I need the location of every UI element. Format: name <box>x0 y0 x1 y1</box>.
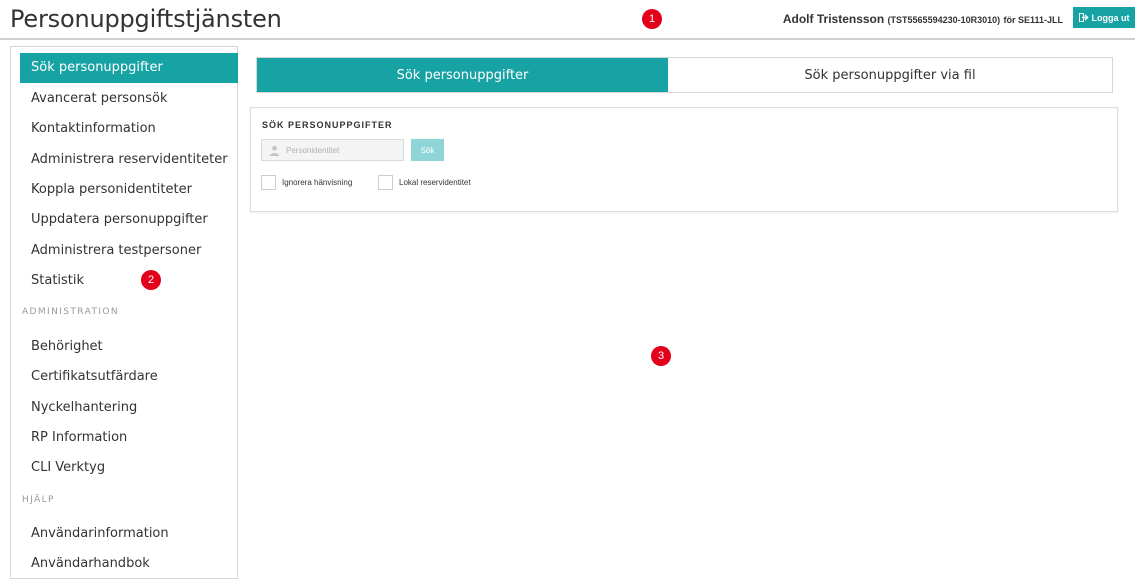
search-button[interactable]: Sök <box>411 139 444 161</box>
sidebar-item-rp-information[interactable]: RP Information <box>20 423 238 453</box>
sidebar-item-nyckelhantering[interactable]: Nyckelhantering <box>20 393 238 423</box>
tab-sok-personuppgifter[interactable]: Sök personuppgifter <box>257 58 668 92</box>
ignore-reference-label: Ignorera hänvisning <box>282 178 353 187</box>
sidebar-item-koppla-personidentiteter[interactable]: Koppla personidentiteter <box>20 175 238 205</box>
sidebar-item-administrera-reservidentiteter[interactable]: Administrera reservidentiteter <box>20 145 238 175</box>
person-icon <box>269 145 280 156</box>
search-panel: SÖK PERSONUPPGIFTER Sök Ignorera hänvisn… <box>250 107 1118 212</box>
local-reserve-identity-checkbox[interactable] <box>378 175 393 190</box>
sidebar-item-kontaktinformation[interactable]: Kontaktinformation <box>20 114 238 144</box>
app-title: Personuppgiftstjänsten <box>10 5 282 33</box>
sidebar-item-uppdatera-personuppgifter[interactable]: Uppdatera personuppgifter <box>20 205 238 235</box>
sidebar-section-hjalp: HJÄLP <box>22 495 55 505</box>
panel-title: SÖK PERSONUPPGIFTER <box>262 120 393 130</box>
user-info: Adolf Tristensson (TST5565594230-10R3010… <box>783 12 1063 26</box>
user-name: Adolf Tristensson <box>782 12 885 26</box>
annotation-marker-1: 1 <box>642 9 662 29</box>
user-id: (TST5565594230-10R3010) <box>887 15 1001 25</box>
person-identity-field[interactable] <box>261 139 404 161</box>
sidebar-item-behorighet[interactable]: Behörighet <box>20 332 238 362</box>
logout-label: Logga ut <box>1091 12 1130 23</box>
sidebar-item-avancerat-personsok[interactable]: Avancerat personsök <box>20 84 238 114</box>
tab-sok-personuppgifter-via-fil[interactable]: Sök personuppgifter via fil <box>668 58 1112 92</box>
sidebar-section-administration: ADMINISTRATION <box>22 307 120 317</box>
annotation-marker-3: 3 <box>651 346 671 366</box>
user-organisation: för SE111-JLL <box>1003 15 1063 25</box>
sidebar-item-anvandarhandbok[interactable]: Användarhandbok <box>20 549 238 579</box>
person-identity-input[interactable] <box>286 145 396 155</box>
sidebar-item-statistik[interactable]: Statistik <box>20 266 238 296</box>
sidebar-item-certifikatsutfardare[interactable]: Certifikatsutfärdare <box>20 362 238 392</box>
ignore-reference-checkbox[interactable] <box>261 175 276 190</box>
sidebar: Sök personuppgifter Avancerat personsök … <box>10 46 238 579</box>
app-header: Personuppgiftstjänsten Adolf Tristensson… <box>0 0 1135 40</box>
sidebar-item-cli-verktyg[interactable]: CLI Verktyg <box>20 453 238 483</box>
sidebar-item-administrera-testpersoner[interactable]: Administrera testpersoner <box>20 236 238 266</box>
sidebar-item-sok-personuppgifter[interactable]: Sök personuppgifter <box>20 53 238 83</box>
local-reserve-identity-option[interactable]: Lokal reservidentitet <box>378 175 471 190</box>
sidebar-item-anvandarinformation[interactable]: Användarinformation <box>20 519 238 549</box>
tab-bar: Sök personuppgifter Sök personuppgifter … <box>256 57 1113 93</box>
sign-out-icon <box>1078 13 1089 22</box>
logout-button[interactable]: Logga ut <box>1073 7 1135 28</box>
local-reserve-identity-label: Lokal reservidentitet <box>399 178 471 187</box>
annotation-marker-2: 2 <box>141 270 161 290</box>
ignore-reference-option[interactable]: Ignorera hänvisning <box>261 175 352 190</box>
